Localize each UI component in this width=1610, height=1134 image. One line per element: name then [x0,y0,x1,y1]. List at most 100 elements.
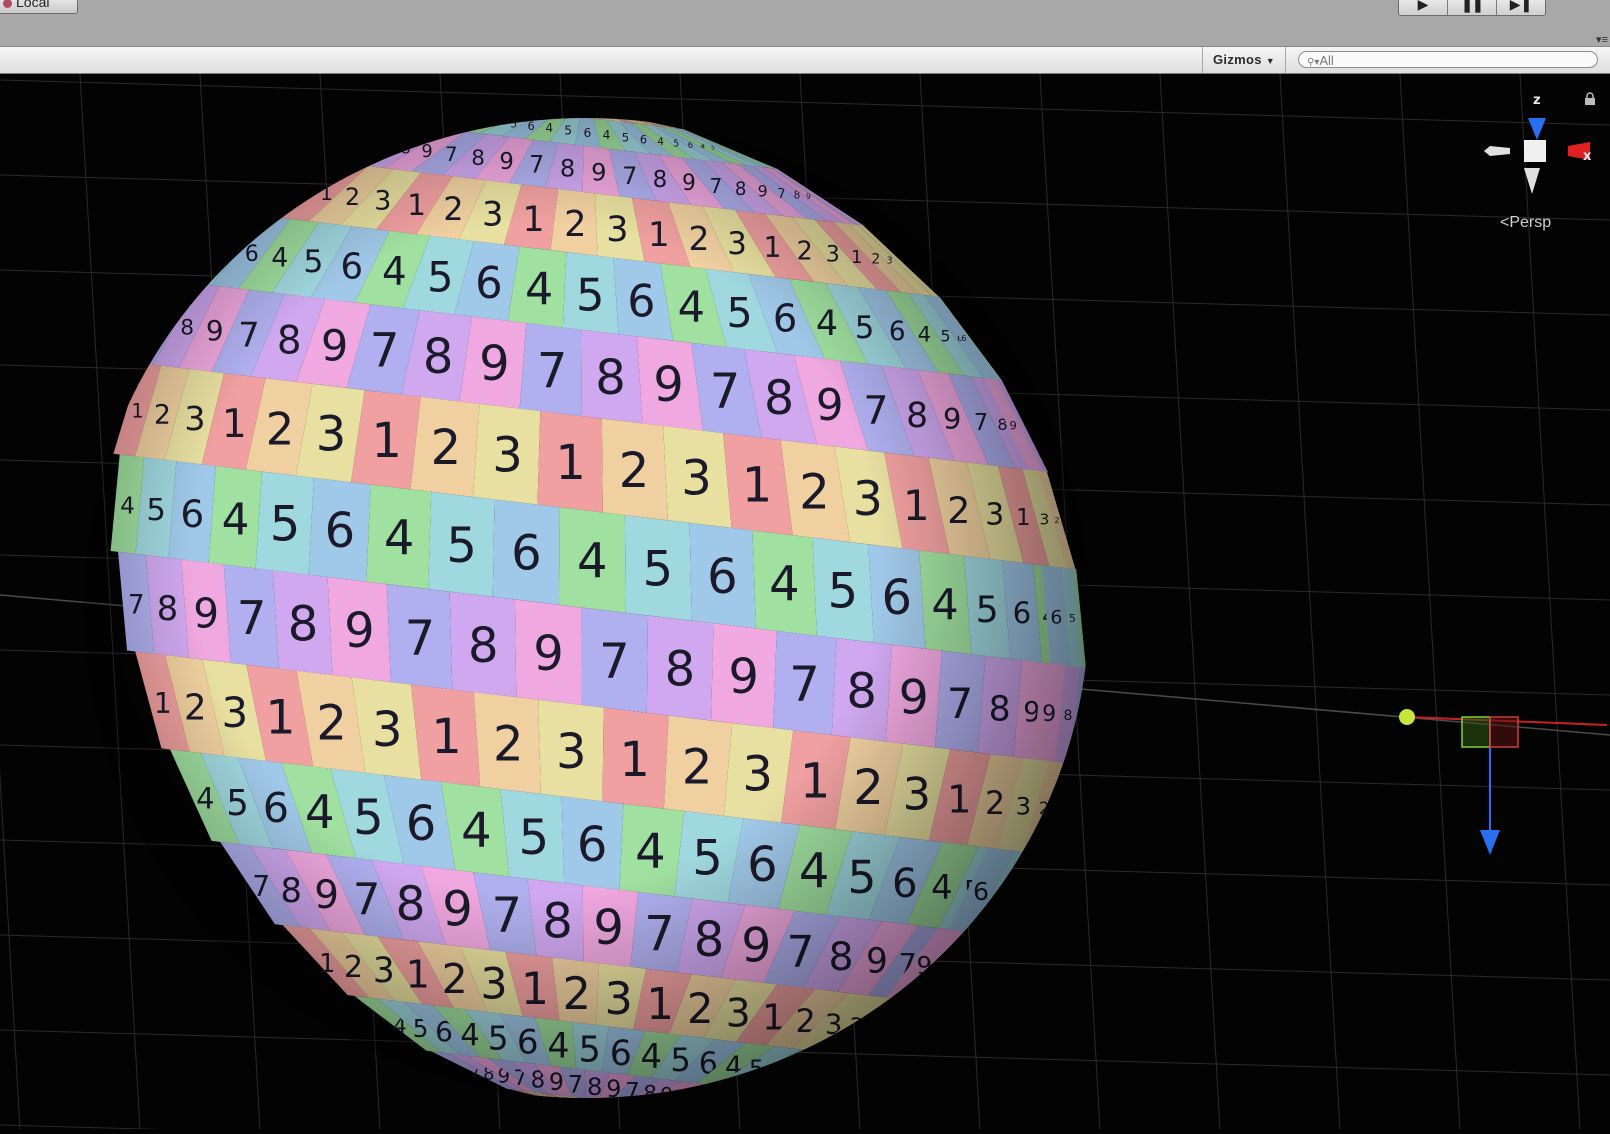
sphere-digit: 6 [812,1070,817,1079]
sphere-tile [586,1108,678,1109]
search-icon: ⚲▾ [1307,57,1320,68]
sphere-digit: 4 [805,1068,812,1081]
projection-toggle[interactable]: <Persp [1500,214,1551,232]
pivot-rotation-button[interactable]: Local [0,0,78,14]
sphere-digit: 1 [275,182,279,191]
sphere-tile [576,108,589,118]
neg-x-cone-icon [1484,146,1510,156]
sphere-tile [586,1108,678,1109]
sphere-digit: 5 [469,114,474,123]
sphere-digit: 8 [360,139,364,147]
xz-plane-handle [1489,716,1519,748]
sphere-digit: 8 [721,1097,726,1106]
pause-button[interactable]: ❚❚ [1448,0,1497,15]
sphere-digit: 3 [626,1106,630,1113]
sphere-tile [397,118,494,125]
play-button[interactable]: ▶ [1399,0,1448,15]
sphere-digit: 8 [690,1089,700,1108]
panel-menu-icon[interactable]: ▾≡ [1596,33,1608,46]
sphere-tile [509,108,586,109]
dropdown-arrow-icon: ▼ [1265,56,1275,66]
sphere-digit: 5 [802,1067,810,1081]
scene-canvas: 4564564564564564589789789789789789789123… [0,73,1610,1134]
sphere-tile [586,1099,603,1108]
scene-viewport[interactable]: 4564564564564564589789789789789789789123… [0,73,1610,1134]
sphere-digit: 2 [606,1100,613,1113]
sphere-digit: 1 [581,1097,589,1111]
sphere-digit: 1 [600,1099,607,1113]
sphere-digit: 1 [896,1028,900,1034]
sphere-digit: 6 [481,116,487,126]
scene-orientation-gizmo: z x [1484,93,1592,194]
gizmos-dropdown[interactable]: Gizmos ▼ [1202,47,1286,73]
sphere-digit: 1 [886,1023,894,1037]
sphere-digit: 2 [587,1098,595,1112]
sphere-tile [563,108,586,116]
pause-icon: ❚❚ [1461,0,1483,12]
sphere-tile [518,108,586,111]
sphere-digit: 2 [871,1019,882,1039]
sphere-digit: 6 [814,1072,818,1079]
gizmos-label: Gizmos [1213,52,1262,67]
sphere-digit: 4 [210,242,217,255]
sphere-digit: 1 [617,1104,623,1114]
sphere-tile [776,1056,864,1093]
sphere-tile [488,106,586,108]
sphere-digit: 7 [718,1097,723,1107]
lock-icon[interactable] [1584,92,1596,111]
sphere-digit: 6 [775,1060,787,1083]
sphere-digit: 7 [713,1095,720,1107]
sphere-tile [315,123,407,162]
local-icon [3,0,12,8]
sphere-digit: 3 [574,1096,582,1110]
sphere-tile [680,1092,777,1098]
sphere-digit: 8 [709,1093,716,1107]
xy-plane-handle [1461,716,1491,748]
search-placeholder: All [1319,53,1334,68]
sphere-tile [489,106,586,108]
play-icon: ▶ [1417,0,1429,12]
sphere-tile [586,1106,659,1108]
main-toolbar: Local ▶ ❚❚ ▶❚ ▾≡ [0,0,1610,47]
sphere-digit: 5 [792,1064,802,1082]
sphere-shading [83,118,1089,1098]
sphere-tile [551,108,586,115]
scene-view-toolbar: Gizmos ▼ ⚲▾All [0,47,1610,74]
sphere-tile [492,106,586,108]
sphere-tile [661,1087,749,1098]
sphere-tile [586,1103,639,1108]
sphere-digit: 9 [703,1093,711,1108]
sphere-tile [586,1108,682,1110]
sphere-digit: 7 [162,315,172,333]
sphere-tile [586,1102,627,1108]
sphere-tile [586,1108,683,1110]
sphere-digit: 3 [612,1103,618,1114]
sphere-digit: 1 [1054,804,1059,814]
y-axis-handle [1399,709,1415,725]
local-label: Local [16,0,50,10]
sphere-tile [668,1089,761,1098]
sphere-digit: 5 [224,241,235,260]
sphere-tile [586,1108,683,1110]
sphere-tile [586,1108,673,1109]
sphere-tile [769,1055,861,1093]
sphere-digit: 3 [594,1098,602,1112]
sphere-tile [682,1092,778,1098]
scene-search-input[interactable]: ⚲▾All [1298,51,1598,68]
sphere-tile [586,1108,683,1110]
sphere-digit: 4 [788,1063,798,1082]
sphere-tile [528,108,586,112]
sphere-tile [586,1107,667,1108]
step-button[interactable]: ▶❚ [1497,0,1545,15]
sphere-tile [403,118,498,126]
sphere-tile [863,1003,939,1057]
sphere-tile [413,118,505,127]
sphere-digit: 7 [956,962,963,976]
playback-controls: ▶ ❚❚ ▶❚ [1398,0,1546,16]
sphere-digit: 7 [961,965,967,976]
sphere-tile [671,1089,765,1098]
sphere-tile [502,108,586,109]
sphere-digit: 7 [676,1087,688,1108]
z-axis-label: z [1533,93,1541,108]
sphere-tile [586,1108,682,1110]
